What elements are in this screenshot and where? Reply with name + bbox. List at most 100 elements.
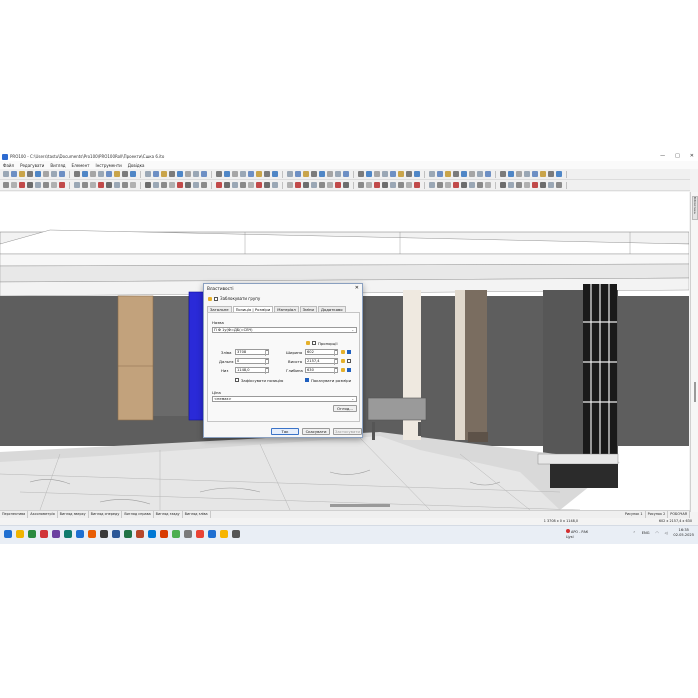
toolbar-tool-icon[interactable] <box>27 182 33 188</box>
toolbar-tool-icon[interactable] <box>114 171 120 177</box>
toolbar-tool-icon[interactable] <box>390 171 396 177</box>
toolbar-tool-icon[interactable] <box>311 171 317 177</box>
toolbar-tool-icon[interactable] <box>524 171 530 177</box>
taskbar-app-icon[interactable] <box>4 530 12 538</box>
toolbar-tool-icon[interactable] <box>35 171 41 177</box>
toolbar-tool-icon[interactable] <box>224 171 230 177</box>
toolbar-tool-icon[interactable] <box>295 171 301 177</box>
toolbar-tool-icon[interactable] <box>201 171 207 177</box>
toolbar-tool-icon[interactable] <box>59 182 65 188</box>
toolbar-tool-icon[interactable] <box>98 182 104 188</box>
toolbar-tool-icon[interactable] <box>232 182 238 188</box>
toolbar-tool-icon[interactable] <box>414 171 420 177</box>
toolbar-tool-icon[interactable] <box>303 182 309 188</box>
toolbar-tool-icon[interactable] <box>358 182 364 188</box>
width-spinner[interactable]: ▴▾ <box>334 350 337 356</box>
depth-checkbox[interactable] <box>347 368 351 372</box>
toolbar-tool-icon[interactable] <box>343 182 349 188</box>
toolbar-tool-icon[interactable] <box>287 171 293 177</box>
toolbar-tool-icon[interactable] <box>177 182 183 188</box>
library-tab[interactable]: Бібліотека <box>692 196 698 220</box>
taskbar-app-icon[interactable] <box>124 530 132 538</box>
toolbar-tool-icon[interactable] <box>106 182 112 188</box>
toolbar-tool-icon[interactable] <box>161 182 167 188</box>
toolbar-tool-icon[interactable] <box>540 171 546 177</box>
toolbar-tool-icon[interactable] <box>358 171 364 177</box>
apply-button[interactable]: Застосувати <box>333 428 362 435</box>
taskbar-app-icon[interactable] <box>220 530 228 538</box>
name-field[interactable]: П Ф 1у(Ф=ДБ(=СВЧ) ⌄ <box>212 327 357 333</box>
toolbar-tool-icon[interactable] <box>445 182 451 188</box>
menu-tools[interactable]: Інструменти <box>96 163 122 168</box>
taskbar-app-icon[interactable] <box>208 530 216 538</box>
toolbar-tool-icon[interactable] <box>240 171 246 177</box>
toolbar-tool-icon[interactable] <box>327 182 333 188</box>
toolbar-tool-icon[interactable] <box>122 182 128 188</box>
toolbar-tool-icon[interactable] <box>382 182 388 188</box>
proportions-checkbox[interactable] <box>312 341 316 345</box>
toolbar-tool-icon[interactable] <box>240 182 246 188</box>
toolbar-tool-icon[interactable] <box>27 171 33 177</box>
toolbar-tool-icon[interactable] <box>540 182 546 188</box>
toolbar-tool-icon[interactable] <box>82 182 88 188</box>
toolbar-tool-icon[interactable] <box>327 171 333 177</box>
tab-left-view[interactable]: Вигляд зліва <box>183 511 211 518</box>
taskbar-app-icon[interactable] <box>136 530 144 538</box>
toolbar-tool-icon[interactable] <box>193 171 199 177</box>
toolbar-tool-icon[interactable] <box>445 171 451 177</box>
toolbar-tool-icon[interactable] <box>161 171 167 177</box>
toolbar-tool-icon[interactable] <box>500 171 506 177</box>
toolbar-tool-icon[interactable] <box>35 182 41 188</box>
depth-pos-field[interactable]: 0 ▴▾ <box>235 358 269 365</box>
toolbar-tool-icon[interactable] <box>453 182 459 188</box>
tab-perspective[interactable]: Перспектива <box>0 511 29 518</box>
menu-edit[interactable]: Редагувати <box>20 163 44 168</box>
toolbar-tool-icon[interactable] <box>524 182 530 188</box>
taskbar-app-icon[interactable] <box>112 530 120 538</box>
toolbar-tool-icon[interactable] <box>390 182 396 188</box>
wifi-icon[interactable]: ◠ <box>656 531 659 535</box>
toolbar-tool-icon[interactable] <box>145 171 151 177</box>
dialog-close-button[interactable]: ✕ <box>355 285 359 291</box>
toolbar-tool-icon[interactable] <box>256 182 262 188</box>
toolbar-tool-icon[interactable] <box>414 182 420 188</box>
depth-pos-spinner[interactable]: ▴▾ <box>265 359 268 365</box>
show-sizes-checkbox[interactable] <box>305 378 309 382</box>
toolbar-tool-icon[interactable] <box>548 182 554 188</box>
toolbar-tool-icon[interactable] <box>343 171 349 177</box>
toolbar-tool-icon[interactable] <box>453 171 459 177</box>
toolbar-tool-icon[interactable] <box>366 171 372 177</box>
minimize-button[interactable]: — <box>660 153 665 159</box>
width-lock-icon[interactable] <box>341 350 345 354</box>
depth-lock-icon[interactable] <box>341 368 345 372</box>
toolbar-tool-icon[interactable] <box>477 182 483 188</box>
weather-widget[interactable]: АРО - РАК Цукі <box>566 529 588 540</box>
below-field[interactable]: 1148,0 ▴▾ <box>235 367 269 374</box>
toolbar-tool-icon[interactable] <box>406 182 412 188</box>
volume-icon[interactable]: ◁ <box>665 531 668 535</box>
toolbar-tool-icon[interactable] <box>122 171 128 177</box>
tab-working[interactable]: РОБОЧАЯ <box>668 511 690 518</box>
taskbar-app-icon[interactable] <box>196 530 204 538</box>
height-field[interactable]: 2157,4 ▴▾ <box>305 358 338 365</box>
price-select[interactable]: <немає> ⌄ <box>212 396 357 402</box>
tab-right-view[interactable]: Вигляд справа <box>122 511 154 518</box>
cancel-button[interactable]: Скасувати <box>302 428 330 435</box>
toolbar-tool-icon[interactable] <box>477 171 483 177</box>
menu-element[interactable]: Елемент <box>72 163 90 168</box>
left-spinner[interactable]: ▴▾ <box>265 350 268 356</box>
taskbar-app-icon[interactable] <box>160 530 168 538</box>
toolbar-tool-icon[interactable] <box>287 182 293 188</box>
toolbar-tool-icon[interactable] <box>319 182 325 188</box>
language-indicator[interactable]: ENG <box>642 531 650 535</box>
toolbar-tool-icon[interactable] <box>11 182 17 188</box>
toolbar-tool-icon[interactable] <box>74 182 80 188</box>
toolbar-tool-icon[interactable] <box>153 171 159 177</box>
toolbar-tool-icon[interactable] <box>185 171 191 177</box>
toolbar-tool-icon[interactable] <box>43 182 49 188</box>
ok-button[interactable]: Так <box>271 428 299 435</box>
panel-scrollbar[interactable] <box>694 382 696 402</box>
toolbar-tool-icon[interactable] <box>59 171 65 177</box>
toolbar-tool-icon[interactable] <box>264 182 270 188</box>
tab-back-view[interactable]: Вигляд ззаду <box>154 511 183 518</box>
